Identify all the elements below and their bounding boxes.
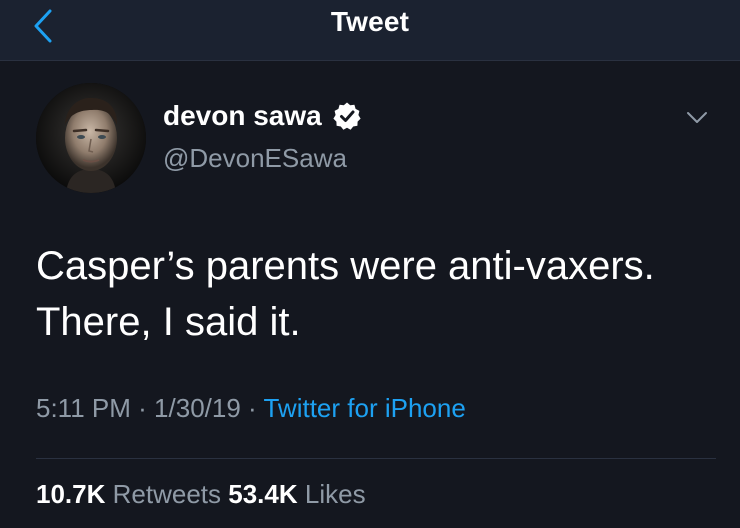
- likes-count: 53.4K: [228, 479, 298, 509]
- author-display-name[interactable]: devon sawa: [163, 98, 322, 134]
- page-title: Tweet: [330, 6, 410, 37]
- retweets-stat[interactable]: 10.7K Retweets: [36, 479, 221, 509]
- tweet-detail-screen: Tweet devon sawa @DevonESawa Casper’s pa…: [0, 0, 740, 528]
- tweet-stats: 10.7K Retweets 53.4K Likes: [36, 476, 366, 512]
- tweet-meta: 5:11 PM · 1/30/19 · Twitter for iPhone: [36, 390, 466, 426]
- author-name-row[interactable]: devon sawa: [163, 96, 362, 136]
- tweet-time: 5:11 PM: [36, 393, 131, 423]
- verified-badge-icon: [333, 102, 361, 130]
- retweets-label: Retweets: [112, 479, 222, 509]
- avatar-photo: [36, 83, 146, 193]
- likes-stat[interactable]: 53.4K Likes: [228, 479, 365, 509]
- navigation-bar: Tweet: [0, 0, 740, 61]
- tweet-date: 1/30/19: [154, 393, 241, 423]
- meta-separator: ·: [138, 393, 147, 423]
- chevron-down-icon: [687, 112, 707, 123]
- author-handle[interactable]: @DevonESawa: [163, 141, 347, 175]
- likes-label: Likes: [304, 479, 366, 509]
- meta-separator: ·: [248, 393, 257, 423]
- tweet-menu-button[interactable]: [682, 104, 712, 130]
- avatar[interactable]: [36, 83, 146, 193]
- divider: [36, 458, 716, 459]
- retweets-count: 10.7K: [36, 479, 106, 509]
- tweet-source-link[interactable]: Twitter for iPhone: [263, 393, 465, 423]
- tweet-text: Casper’s parents were anti-vaxers. There…: [36, 244, 655, 344]
